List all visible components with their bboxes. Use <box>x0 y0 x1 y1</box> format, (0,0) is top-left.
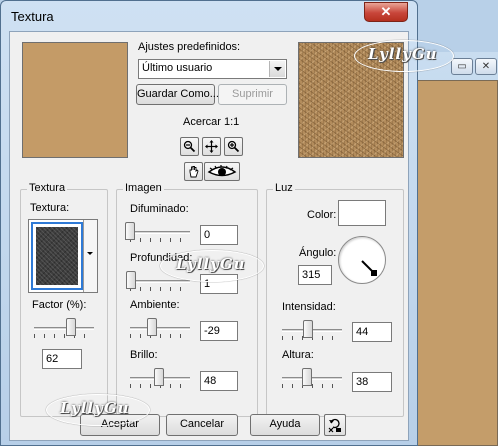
move-arrows-icon <box>205 140 218 153</box>
brillo-input[interactable]: 48 <box>200 371 238 391</box>
slider-ticks <box>130 287 190 291</box>
factor-label: Factor (%): <box>32 299 87 311</box>
save-as-button[interactable]: Guardar Como... <box>136 84 219 105</box>
hand-tool-button[interactable] <box>184 162 203 181</box>
texture-label: Textura: <box>30 202 70 214</box>
preview-original[interactable] <box>22 42 128 158</box>
texture-swatch <box>36 227 78 285</box>
slider-ticks <box>34 334 94 338</box>
preview-toggle-button[interactable] <box>204 162 240 181</box>
factor-slider[interactable] <box>34 318 94 340</box>
zoom-label: Acercar 1:1 <box>183 116 240 128</box>
slider-thumb[interactable] <box>125 222 135 240</box>
factor-input[interactable]: 62 <box>42 349 82 369</box>
window-title: Textura <box>11 9 54 24</box>
reset-icon <box>328 418 341 433</box>
presets-dropdown[interactable]: Último usuario <box>138 59 287 79</box>
dialog-client-area: Ajustes predefinidos: Último usuario Gua… <box>9 31 409 441</box>
pan-button[interactable] <box>202 137 221 156</box>
zoom-in-button[interactable] <box>224 137 243 156</box>
slider-thumb[interactable] <box>302 368 313 386</box>
delete-preset-button[interactable]: Suprimir <box>218 84 287 105</box>
texture-dialog: Textura ✕ Ajustes predefinidos: Último u… <box>0 0 418 446</box>
ambiente-label: Ambiente: <box>130 299 180 311</box>
texture-picker[interactable] <box>28 219 98 293</box>
close-button[interactable]: ✕ <box>364 2 408 22</box>
slider-ticks <box>130 334 190 338</box>
zoom-out-button[interactable] <box>180 137 199 156</box>
textura-group-legend: Textura <box>27 182 68 194</box>
restore-icon[interactable]: ▭ <box>451 58 473 75</box>
brillo-slider[interactable] <box>130 368 190 390</box>
background-canvas <box>417 80 498 446</box>
altura-input[interactable]: 38 <box>352 372 392 392</box>
slider-thumb[interactable] <box>66 318 77 336</box>
slider-ticks <box>130 238 190 242</box>
light-color-swatch[interactable] <box>338 200 386 226</box>
angle-dial[interactable] <box>338 236 386 284</box>
reset-button[interactable] <box>324 414 346 436</box>
angle-dial-knob <box>371 270 378 277</box>
watermark-logo: LyllyGu <box>60 399 130 417</box>
intensidad-input[interactable]: 44 <box>352 322 392 342</box>
close-icon[interactable]: ✕ <box>475 58 497 75</box>
difuminado-label: Difuminado: <box>130 203 189 215</box>
presets-label: Ajustes predefinidos: <box>138 41 241 53</box>
slider-track <box>130 327 190 330</box>
color-label: Color: <box>307 209 337 221</box>
help-button[interactable]: Ayuda <box>250 414 320 436</box>
cancel-button[interactable]: Cancelar <box>166 414 238 436</box>
difuminado-input[interactable]: 0 <box>200 225 238 245</box>
ambiente-input[interactable]: -29 <box>200 321 238 341</box>
texture-selection <box>31 222 83 290</box>
angulo-input[interactable]: 315 <box>298 265 332 285</box>
presets-selected-value: Último usuario <box>142 62 213 74</box>
brillo-label: Brillo: <box>130 349 158 361</box>
intensidad-label: Intensidad: <box>282 301 336 313</box>
slider-thumb[interactable] <box>126 271 137 289</box>
slider-thumb[interactable] <box>146 318 157 336</box>
difuminado-slider[interactable] <box>125 222 190 244</box>
chevron-down-icon[interactable] <box>269 61 285 77</box>
slider-track <box>34 327 94 330</box>
slider-track <box>130 280 190 283</box>
luz-group-legend: Luz <box>273 182 295 194</box>
angulo-label: Ángulo: <box>299 247 337 259</box>
altura-slider[interactable] <box>282 368 342 390</box>
slider-thumb[interactable] <box>153 368 164 386</box>
intensidad-slider[interactable] <box>282 320 342 342</box>
title-bar[interactable]: Textura ✕ <box>1 1 417 31</box>
chevron-down-icon[interactable] <box>83 220 97 292</box>
imagen-group-legend: Imagen <box>123 182 164 194</box>
watermark-logo: LyllyGu <box>176 255 246 273</box>
ambiente-slider[interactable] <box>130 318 190 340</box>
zoom-out-icon <box>183 140 196 153</box>
eye-icon <box>207 165 237 177</box>
altura-label: Altura: <box>282 349 314 361</box>
watermark-logo: LyllyGu <box>368 45 438 63</box>
hand-icon <box>189 166 199 178</box>
slider-track <box>130 231 190 234</box>
zoom-in-icon <box>227 140 240 153</box>
slider-thumb[interactable] <box>303 320 314 338</box>
